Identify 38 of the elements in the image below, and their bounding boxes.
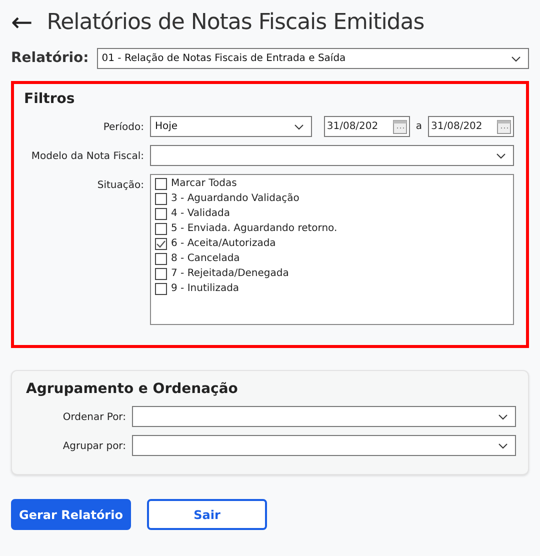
checkbox[interactable] [155, 238, 167, 250]
option-label[interactable]: 6 - Aceita/Autorizada [171, 236, 276, 251]
checkbox[interactable] [155, 282, 167, 294]
option-label[interactable]: Marcar Todas [171, 176, 237, 191]
section-title: Filtros [24, 90, 76, 109]
checkbox[interactable] [155, 222, 167, 234]
separator-text: a [416, 120, 422, 134]
field-label: Modelo da Nota Fiscal: [30, 150, 144, 164]
dropdown-select[interactable] [132, 435, 516, 456]
field-label: Ordenar Por: [62, 411, 126, 425]
period-select[interactable]: Hoje [150, 116, 312, 137]
page-title: Relatórios de Notas Fiscais Emitidas [46, 10, 424, 36]
report-label: Relatório: [11, 49, 89, 68]
option-label[interactable]: 8 - Cancelada [171, 251, 240, 266]
field-label: Período: [102, 121, 144, 135]
report-select[interactable]: 01 - Relação de Notas Fiscais de Entrada e Saída [96, 48, 529, 69]
back-button[interactable]: ← [11, 10, 33, 36]
checkbox[interactable] [155, 252, 167, 264]
field-label: Situação: [96, 179, 144, 193]
option-label[interactable]: 3 - Aguardando Validação [171, 191, 300, 206]
section-title: Agrupamento e Ordenação [26, 380, 239, 399]
dropdown-select[interactable] [132, 406, 516, 427]
field-label: Agrupar por: [62, 440, 126, 454]
option-label[interactable]: 9 - Inutilizada [171, 281, 240, 296]
exit-button[interactable]: Sair [147, 499, 267, 530]
option-label[interactable]: 7 - Rejeitada/Denegada [171, 266, 289, 281]
date-field[interactable]: 31/08/202 [324, 116, 410, 137]
date-field[interactable]: 31/08/202 [428, 116, 514, 137]
option-label[interactable]: 5 - Enviada. Aguardando retorno. [171, 221, 338, 236]
checkbox[interactable] [155, 178, 167, 190]
option-label[interactable]: 4 - Validada [171, 206, 230, 221]
model-select[interactable] [150, 145, 514, 166]
generate-button[interactable]: Gerar Relatório [11, 499, 131, 530]
calendar-icon[interactable] [497, 120, 511, 134]
calendar-icon[interactable] [392, 120, 407, 134]
checkbox[interactable] [155, 268, 167, 280]
checkbox[interactable] [155, 192, 167, 204]
checkbox[interactable] [155, 208, 167, 220]
